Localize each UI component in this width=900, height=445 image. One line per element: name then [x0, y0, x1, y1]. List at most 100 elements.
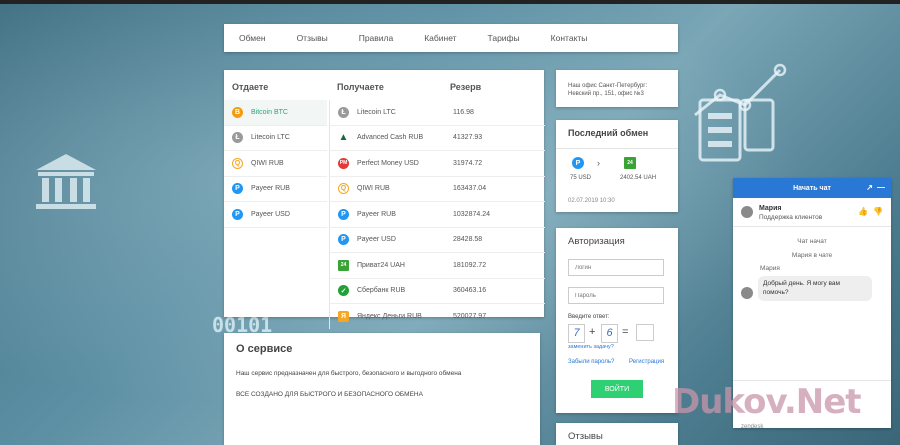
chat-divider: [733, 380, 891, 381]
get-item-label: Приват24 UAH: [357, 261, 405, 269]
give-item-label: Payeer RUB: [251, 185, 290, 193]
reserve-value: 28428.58: [453, 236, 483, 244]
reserve-value: 41327.93: [453, 134, 483, 142]
get-item[interactable]: P Payeer USD 28428.58: [330, 228, 545, 253]
payeer-icon: P: [232, 183, 243, 195]
get-item-label: QIWI RUB: [357, 185, 390, 193]
get-list: Ł Litecoin LTC 116.98 ▲ Advanced Cash RU…: [329, 100, 545, 329]
change-task-link[interactable]: заменить задачу?: [568, 344, 614, 350]
reserve-value: 360463.16: [453, 287, 487, 295]
thumbs-down-icon[interactable]: 👎: [873, 207, 883, 216]
reserve-header: Резерв: [450, 82, 482, 92]
reserve-value: 116.98: [453, 108, 474, 116]
thumbs-up-icon[interactable]: 👍: [858, 207, 868, 216]
message-sender: Мария: [760, 265, 780, 272]
reserve-value: 163437.04: [453, 185, 487, 193]
minimize-icon[interactable]: —: [877, 183, 885, 192]
get-header: Получаете: [337, 82, 384, 92]
divider: [556, 148, 678, 149]
get-item[interactable]: Я Яндекс Деньги RUB 520027.97: [330, 304, 545, 329]
get-item[interactable]: 24 Приват24 UAH 181092.72: [330, 253, 545, 279]
give-item[interactable]: Q QIWI RUB: [224, 151, 327, 177]
login-input[interactable]: [568, 259, 664, 276]
nav-item-cabinet[interactable]: Кабинет: [424, 33, 456, 43]
get-item[interactable]: Q QIWI RUB 163437.04: [330, 177, 545, 202]
qiwi-icon: Q: [232, 157, 243, 169]
reviews-title: Отзывы: [568, 431, 603, 442]
captcha-eq: =: [622, 326, 629, 338]
yandex-money-icon: Я: [338, 310, 349, 322]
litecoin-icon: Ł: [232, 132, 243, 144]
nav-item-contacts[interactable]: Контакты: [551, 33, 588, 43]
agent-bar: Мария Поддержка клиентов 👍 👎: [733, 198, 891, 227]
agent-joined-msg: Мария в чате: [791, 252, 833, 259]
give-item[interactable]: P Payeer USD: [224, 202, 327, 228]
chat-header[interactable]: Начать чат ↗ —: [733, 178, 891, 198]
payeer-icon: P: [338, 208, 349, 220]
sender-avatar: [741, 287, 753, 299]
exchange-table: Отдаете Получаете Резерв B Bitcoin BTC Ł…: [224, 70, 545, 329]
arrow-icon: ›: [597, 158, 600, 168]
captcha-op: +: [589, 326, 596, 338]
nav-item-exchange[interactable]: Обмен: [239, 33, 266, 43]
chat-message: Добрый день. Я могу вам помочь?: [758, 276, 872, 301]
payeer-icon: P: [338, 234, 349, 246]
sberbank-icon: ✓: [338, 285, 349, 297]
get-item-label: Яндекс Деньги RUB: [357, 312, 422, 320]
give-item-label: Payeer USD: [251, 210, 290, 218]
office-card: Наш офис Санкт-Петербург: Невский пр., 1…: [556, 70, 678, 107]
payeer-icon: P: [232, 208, 243, 220]
to-amount: 2402.54 UAH: [620, 175, 657, 181]
perfect-money-icon: PM: [338, 157, 349, 169]
get-item[interactable]: P Payeer RUB 1032874.24: [330, 202, 545, 228]
top-bar: [0, 0, 900, 4]
nav-item-tariffs[interactable]: Тарифы: [488, 33, 520, 43]
about-slogan: ВСЕ СОЗДАНО ДЛЯ БЫСТРОГО И БЕЗОПАСНОГО О…: [236, 391, 423, 398]
about-section: О сервисе Наш сервис предназначен для бы…: [224, 333, 540, 445]
login-button[interactable]: ВОЙТИ: [591, 380, 643, 398]
nav-item-rules[interactable]: Правила: [359, 33, 394, 43]
get-item-label: Advanced Cash RUB: [357, 134, 424, 142]
from-amount: 75 USD: [570, 175, 592, 181]
get-item[interactable]: ✓ Сбербанк RUB 360463.16: [330, 279, 545, 304]
captcha-b: 6: [601, 324, 618, 343]
advcash-icon: ▲: [338, 132, 349, 144]
give-list: B Bitcoin BTC Ł Litecoin LTC Q QIWI RUB …: [224, 100, 327, 228]
captcha-input[interactable]: [636, 324, 654, 341]
privat24-icon: 24: [338, 259, 349, 271]
captcha-a: 7: [568, 324, 585, 343]
agent-avatar: [741, 206, 753, 218]
office-address: Наш офис Санкт-Петербург: Невский пр., 1…: [568, 83, 648, 97]
get-item[interactable]: ▲ Advanced Cash RUB 41327.93: [330, 126, 545, 151]
get-item-label: Litecoin LTC: [357, 108, 396, 116]
litecoin-icon: Ł: [338, 106, 349, 118]
popout-icon[interactable]: ↗: [866, 183, 873, 192]
password-input[interactable]: [568, 287, 664, 304]
agent-name: Мария: [759, 205, 782, 212]
register-link[interactable]: Регистрация: [629, 359, 664, 365]
give-item[interactable]: B Bitcoin BTC: [224, 100, 327, 126]
zendesk-logo: zendesk: [741, 424, 764, 430]
give-item[interactable]: P Payeer RUB: [224, 177, 327, 202]
payeer-icon: P: [572, 157, 584, 169]
get-item[interactable]: PM Perfect Money USD 31974.72: [330, 151, 545, 177]
give-item-label: Bitcoin BTC: [251, 108, 288, 116]
captcha-label: Введите ответ:: [568, 314, 610, 320]
document-icon: [698, 98, 775, 162]
reviews-card: Отзывы: [556, 423, 678, 445]
reserve-value: 31974.72: [453, 159, 483, 167]
give-header: Отдаете: [232, 82, 269, 92]
nav-item-reviews[interactable]: Отзывы: [297, 33, 328, 43]
reserve-value: 520027.97: [453, 312, 487, 320]
bank-icon: [36, 154, 96, 209]
get-item-label: Perfect Money USD: [357, 159, 419, 167]
last-exchange-title: Последний обмен: [568, 128, 649, 138]
forgot-password-link[interactable]: Забыли пароль?: [568, 359, 614, 365]
get-item-label: Payeer RUB: [357, 210, 396, 218]
bitcoin-icon: B: [232, 106, 243, 118]
get-item[interactable]: Ł Litecoin LTC 116.98: [330, 100, 545, 126]
reserve-value: 1032874.24: [453, 210, 490, 218]
give-item[interactable]: Ł Litecoin LTC: [224, 126, 327, 151]
main-nav: Обмен Отзывы Правила Кабинет Тарифы Конт…: [224, 24, 678, 52]
agent-role: Поддержка клиентов: [759, 214, 823, 221]
